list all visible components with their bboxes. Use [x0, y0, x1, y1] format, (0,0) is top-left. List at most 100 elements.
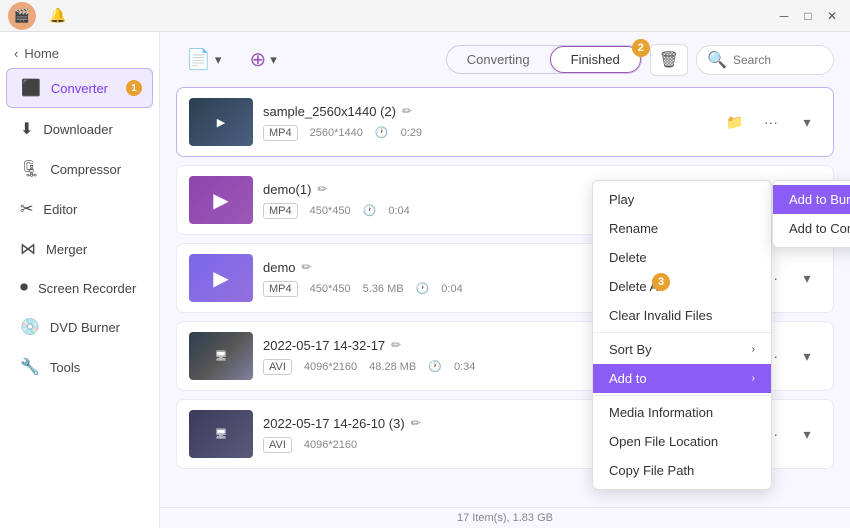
- minimize-button[interactable]: ─: [774, 6, 794, 26]
- ctx-delete[interactable]: Delete: [593, 243, 771, 272]
- file-meta: MP4 2560*1440 🕐 0:29: [263, 125, 711, 141]
- ctx-clear-invalid[interactable]: Clear Invalid Files: [593, 301, 771, 330]
- file-thumbnail: 🖥: [189, 410, 253, 458]
- ctx-sort-by[interactable]: Sort By ›: [593, 335, 771, 364]
- edit-icon[interactable]: ✏: [411, 416, 421, 430]
- resolution-label: 450*450: [310, 205, 351, 217]
- play-icon: ▶: [213, 188, 228, 213]
- format-badge: MP4: [263, 125, 298, 141]
- ctx-arrow-icon: ›: [752, 344, 755, 355]
- file-thumbnail: 🖥: [189, 332, 253, 380]
- ctx-arrow-icon: ›: [752, 373, 755, 384]
- add-folder-icon: ⊕: [249, 47, 266, 72]
- expand-button[interactable]: ▾: [793, 342, 821, 370]
- edit-icon[interactable]: ✏: [302, 260, 312, 274]
- finished-badge: 2: [632, 39, 650, 57]
- delete-all-button[interactable]: 🗑: [650, 44, 688, 76]
- edit-icon[interactable]: ✏: [317, 182, 327, 196]
- sidebar-item-screen-recorder[interactable]: ⏺ Screen Recorder: [6, 270, 153, 306]
- sidebar-item-label: Downloader: [43, 122, 112, 137]
- search-icon: 🔍: [707, 50, 727, 70]
- back-button[interactable]: ‹ Home: [0, 40, 159, 67]
- title-bar: 🎬 🔔 ─ □ ✕: [0, 0, 850, 32]
- more-options-button[interactable]: ···: [757, 108, 785, 136]
- context-submenu: Add to Burn List Add to Compress List: [772, 180, 850, 248]
- sidebar-item-editor[interactable]: ✂ Editor: [6, 190, 153, 228]
- file-info: sample_2560x1440 (2) ✏ MP4 2560*1440 🕐 0…: [253, 104, 721, 141]
- size-label: 5.36 MB: [363, 283, 404, 295]
- format-badge: MP4: [263, 203, 298, 219]
- folder-open-button[interactable]: 📁: [721, 108, 749, 136]
- editor-icon: ✂: [20, 199, 33, 219]
- search-input[interactable]: [733, 53, 823, 67]
- format-badge: AVI: [263, 359, 292, 375]
- add-file-button[interactable]: 📄 ▾: [176, 42, 231, 77]
- table-row: ▶ sample_2560x1440 (2) ✏ MP4 2560*1440 🕐…: [176, 87, 834, 157]
- sidebar-item-label: Merger: [46, 242, 87, 257]
- app-avatar-icon: 🎬: [8, 2, 36, 30]
- sidebar-item-converter[interactable]: ⬛ Converter 1: [6, 68, 153, 108]
- sidebar-item-compressor[interactable]: 🗜 Compressor: [6, 150, 153, 188]
- sub-compress-list[interactable]: Add to Compress List: [773, 214, 850, 243]
- ctx-rename[interactable]: Rename: [593, 214, 771, 243]
- sidebar-item-merger[interactable]: ⋈ Merger: [6, 230, 153, 268]
- notification-icon[interactable]: 🔔: [44, 2, 72, 30]
- file-actions: 📁 ··· ▾: [721, 108, 821, 136]
- merger-icon: ⋈: [20, 239, 36, 259]
- sub-burn-list[interactable]: Add to Burn List: [773, 185, 850, 214]
- duration-label: 0:04: [388, 205, 409, 217]
- search-box: 🔍: [696, 45, 834, 75]
- sidebar-item-tools[interactable]: 🔧 Tools: [6, 348, 153, 386]
- clock-icon: 🕐: [375, 126, 389, 139]
- sidebar-item-downloader[interactable]: ⬇ Downloader: [6, 110, 153, 148]
- ctx-play[interactable]: Play: [593, 185, 771, 214]
- sidebar-item-label: Tools: [50, 360, 80, 375]
- add-file-arrow: ▾: [215, 52, 222, 68]
- expand-button[interactable]: ▾: [793, 108, 821, 136]
- edit-icon[interactable]: ✏: [391, 338, 401, 352]
- ctx-separator: [593, 332, 771, 333]
- sidebar-item-label: Compressor: [50, 162, 121, 177]
- clock-icon: 🕐: [428, 360, 442, 373]
- tab-finished[interactable]: Finished: [550, 46, 641, 73]
- tab-converting[interactable]: Converting: [447, 46, 550, 73]
- duration-label: 0:34: [454, 361, 475, 373]
- play-icon: 🖥: [215, 351, 228, 362]
- maximize-button[interactable]: □: [798, 6, 818, 26]
- status-text: 17 Item(s), 1.83 GB: [457, 512, 553, 524]
- ctx-separator2: [593, 395, 771, 396]
- context-menu: Play Rename Delete Delete All Clear Inva…: [592, 180, 772, 490]
- file-thumbnail: ▶: [189, 98, 253, 146]
- ctx-open-file[interactable]: Open File Location: [593, 427, 771, 456]
- add-folder-button[interactable]: ⊕ ▾: [239, 42, 286, 77]
- ctx-media-info[interactable]: Media Information: [593, 398, 771, 427]
- edit-icon[interactable]: ✏: [402, 104, 412, 118]
- add-file-icon: 📄: [186, 47, 211, 72]
- toolbar: 📄 ▾ ⊕ ▾ Converting Finished 2 🗑 🔍: [160, 32, 850, 87]
- sidebar: ‹ Home ⬛ Converter 1 ⬇ Downloader 🗜 Comp…: [0, 32, 160, 528]
- app-body: ‹ Home ⬛ Converter 1 ⬇ Downloader 🗜 Comp…: [0, 32, 850, 528]
- ctx-delete-all[interactable]: Delete All: [593, 272, 771, 301]
- back-arrow-icon: ‹: [14, 46, 18, 61]
- converter-badge: 1: [126, 80, 142, 96]
- sidebar-item-label: DVD Burner: [50, 320, 120, 335]
- sidebar-item-dvd-burner[interactable]: 💿 DVD Burner: [6, 308, 153, 346]
- close-button[interactable]: ✕: [822, 6, 842, 26]
- expand-button[interactable]: ▾: [793, 420, 821, 448]
- resolution-label: 4096*2160: [304, 361, 357, 373]
- converter-icon: ⬛: [21, 78, 41, 98]
- file-thumbnail: ▶: [189, 254, 253, 302]
- add-folder-arrow: ▾: [270, 52, 277, 68]
- badge-3-container: 3: [652, 272, 670, 291]
- clock-icon: 🕐: [416, 282, 430, 295]
- expand-button[interactable]: ▾: [793, 264, 821, 292]
- ctx-add-to[interactable]: Add to ›: [593, 364, 771, 393]
- downloader-icon: ⬇: [20, 119, 33, 139]
- resolution-label: 450*450: [310, 283, 351, 295]
- ctx-copy-path[interactable]: Copy File Path: [593, 456, 771, 485]
- compressor-icon: 🗜: [20, 159, 40, 179]
- clock-icon: 🕐: [363, 204, 377, 217]
- format-badge: MP4: [263, 281, 298, 297]
- tab-group: Converting Finished: [446, 45, 642, 74]
- tools-icon: 🔧: [20, 357, 40, 377]
